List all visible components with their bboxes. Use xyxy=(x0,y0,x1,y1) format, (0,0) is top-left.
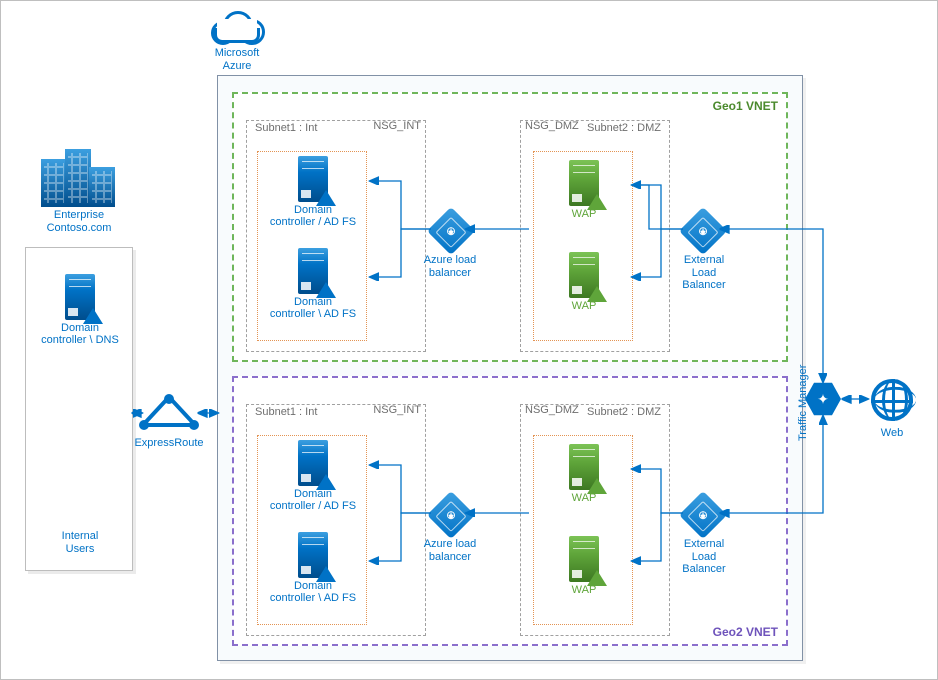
traffic-manager-label: Traffic Manager xyxy=(797,365,810,441)
load-balancer-icon: ⊕ xyxy=(427,491,475,539)
diagram-stage: Microsoft Azure Enterprise Contoso.com D… xyxy=(0,0,938,680)
server-icon xyxy=(298,156,328,202)
expressroute-icon xyxy=(139,395,199,435)
vnet-geo2: Geo2 VNET Subnet1 : Int NSG_INT Domain c… xyxy=(232,376,788,646)
wap-label: WAP xyxy=(529,300,639,312)
dc-adfs-label: Domain controller \ AD FS xyxy=(258,296,368,320)
geo2-subnet-dmz-label: Subnet2 : DMZ xyxy=(583,404,665,420)
dc-adfs-label: Domain controller \ AD FS xyxy=(258,580,368,604)
vnet-geo1-title: Geo1 VNET xyxy=(713,99,778,113)
server-icon xyxy=(569,252,599,298)
load-balancer-icon: ⊕ xyxy=(427,207,475,255)
vnet-geo2-title: Geo2 VNET xyxy=(713,625,778,639)
wap-label: WAP xyxy=(529,492,639,504)
load-balancer-icon: ⊕ xyxy=(679,491,727,539)
enterprise-buildings-icon xyxy=(41,147,117,207)
availability-set: WAP WAP xyxy=(533,435,633,625)
availability-set: Domain controller / AD FS Domain control… xyxy=(257,435,367,625)
expressroute-label: ExpressRoute xyxy=(131,437,207,450)
lb-ext-label: External Load Balancer xyxy=(674,254,734,292)
geo1-nsg-int-label: NSG_INT xyxy=(373,120,421,132)
geo2-subnet-int-label: Subnet1 : Int xyxy=(251,404,321,420)
geo1-subnet-int: Subnet1 : Int NSG_INT Domain controller … xyxy=(246,120,426,352)
geo2-subnet-dmz: Subnet2 : DMZ NSG_DMZ WAP WAP xyxy=(520,404,670,636)
dc-dns-label: Domain controller \ DNS xyxy=(25,322,135,346)
server-icon xyxy=(569,444,599,490)
web-label: Web xyxy=(871,427,913,440)
geo2-nsg-dmz-label: NSG_DMZ xyxy=(525,404,579,416)
enterprise-box: Domain controller \ DNS Internal Users xyxy=(25,247,133,571)
server-icon xyxy=(298,248,328,294)
load-balancer-icon: ⊕ xyxy=(679,207,727,255)
enterprise-label: Enterprise Contoso.com xyxy=(31,209,127,234)
geo2-nsg-int-label: NSG_INT xyxy=(373,404,421,416)
azure-cloud-icon xyxy=(211,11,263,45)
server-icon xyxy=(569,160,599,206)
dc-adfs-label: Domain controller / AD FS xyxy=(258,488,368,512)
traffic-manager-icon xyxy=(805,381,841,417)
server-icon xyxy=(569,536,599,582)
internal-users-label: Internal Users xyxy=(54,530,106,555)
wap-label: WAP xyxy=(529,584,639,596)
geo1-subnet-dmz: Subnet2 : DMZ NSG_DMZ WAP WAP xyxy=(520,120,670,352)
globe-icon xyxy=(871,379,913,421)
dc-adfs-label: Domain controller / AD FS xyxy=(258,204,368,228)
availability-set: Domain controller / AD FS Domain control… xyxy=(257,151,367,341)
geo2-subnet-int: Subnet1 : Int NSG_INT Domain controller … xyxy=(246,404,426,636)
server-icon xyxy=(65,274,95,320)
geo1-subnet-int-label: Subnet1 : Int xyxy=(251,120,321,136)
lb-ext-label: External Load Balancer xyxy=(674,538,734,576)
azure-cloud-box: Geo1 VNET Subnet1 : Int NSG_INT Domain c… xyxy=(217,75,803,661)
geo1-subnet-dmz-label: Subnet2 : DMZ xyxy=(583,120,665,136)
geo1-nsg-dmz-label: NSG_DMZ xyxy=(525,120,579,132)
availability-set: WAP WAP xyxy=(533,151,633,341)
lb-int-label: Azure load balancer xyxy=(418,538,482,563)
vnet-geo1: Geo1 VNET Subnet1 : Int NSG_INT Domain c… xyxy=(232,92,788,362)
wap-label: WAP xyxy=(529,208,639,220)
server-icon xyxy=(298,532,328,578)
server-icon xyxy=(298,440,328,486)
azure-label: Microsoft Azure xyxy=(201,47,273,72)
lb-int-label: Azure load balancer xyxy=(418,254,482,279)
